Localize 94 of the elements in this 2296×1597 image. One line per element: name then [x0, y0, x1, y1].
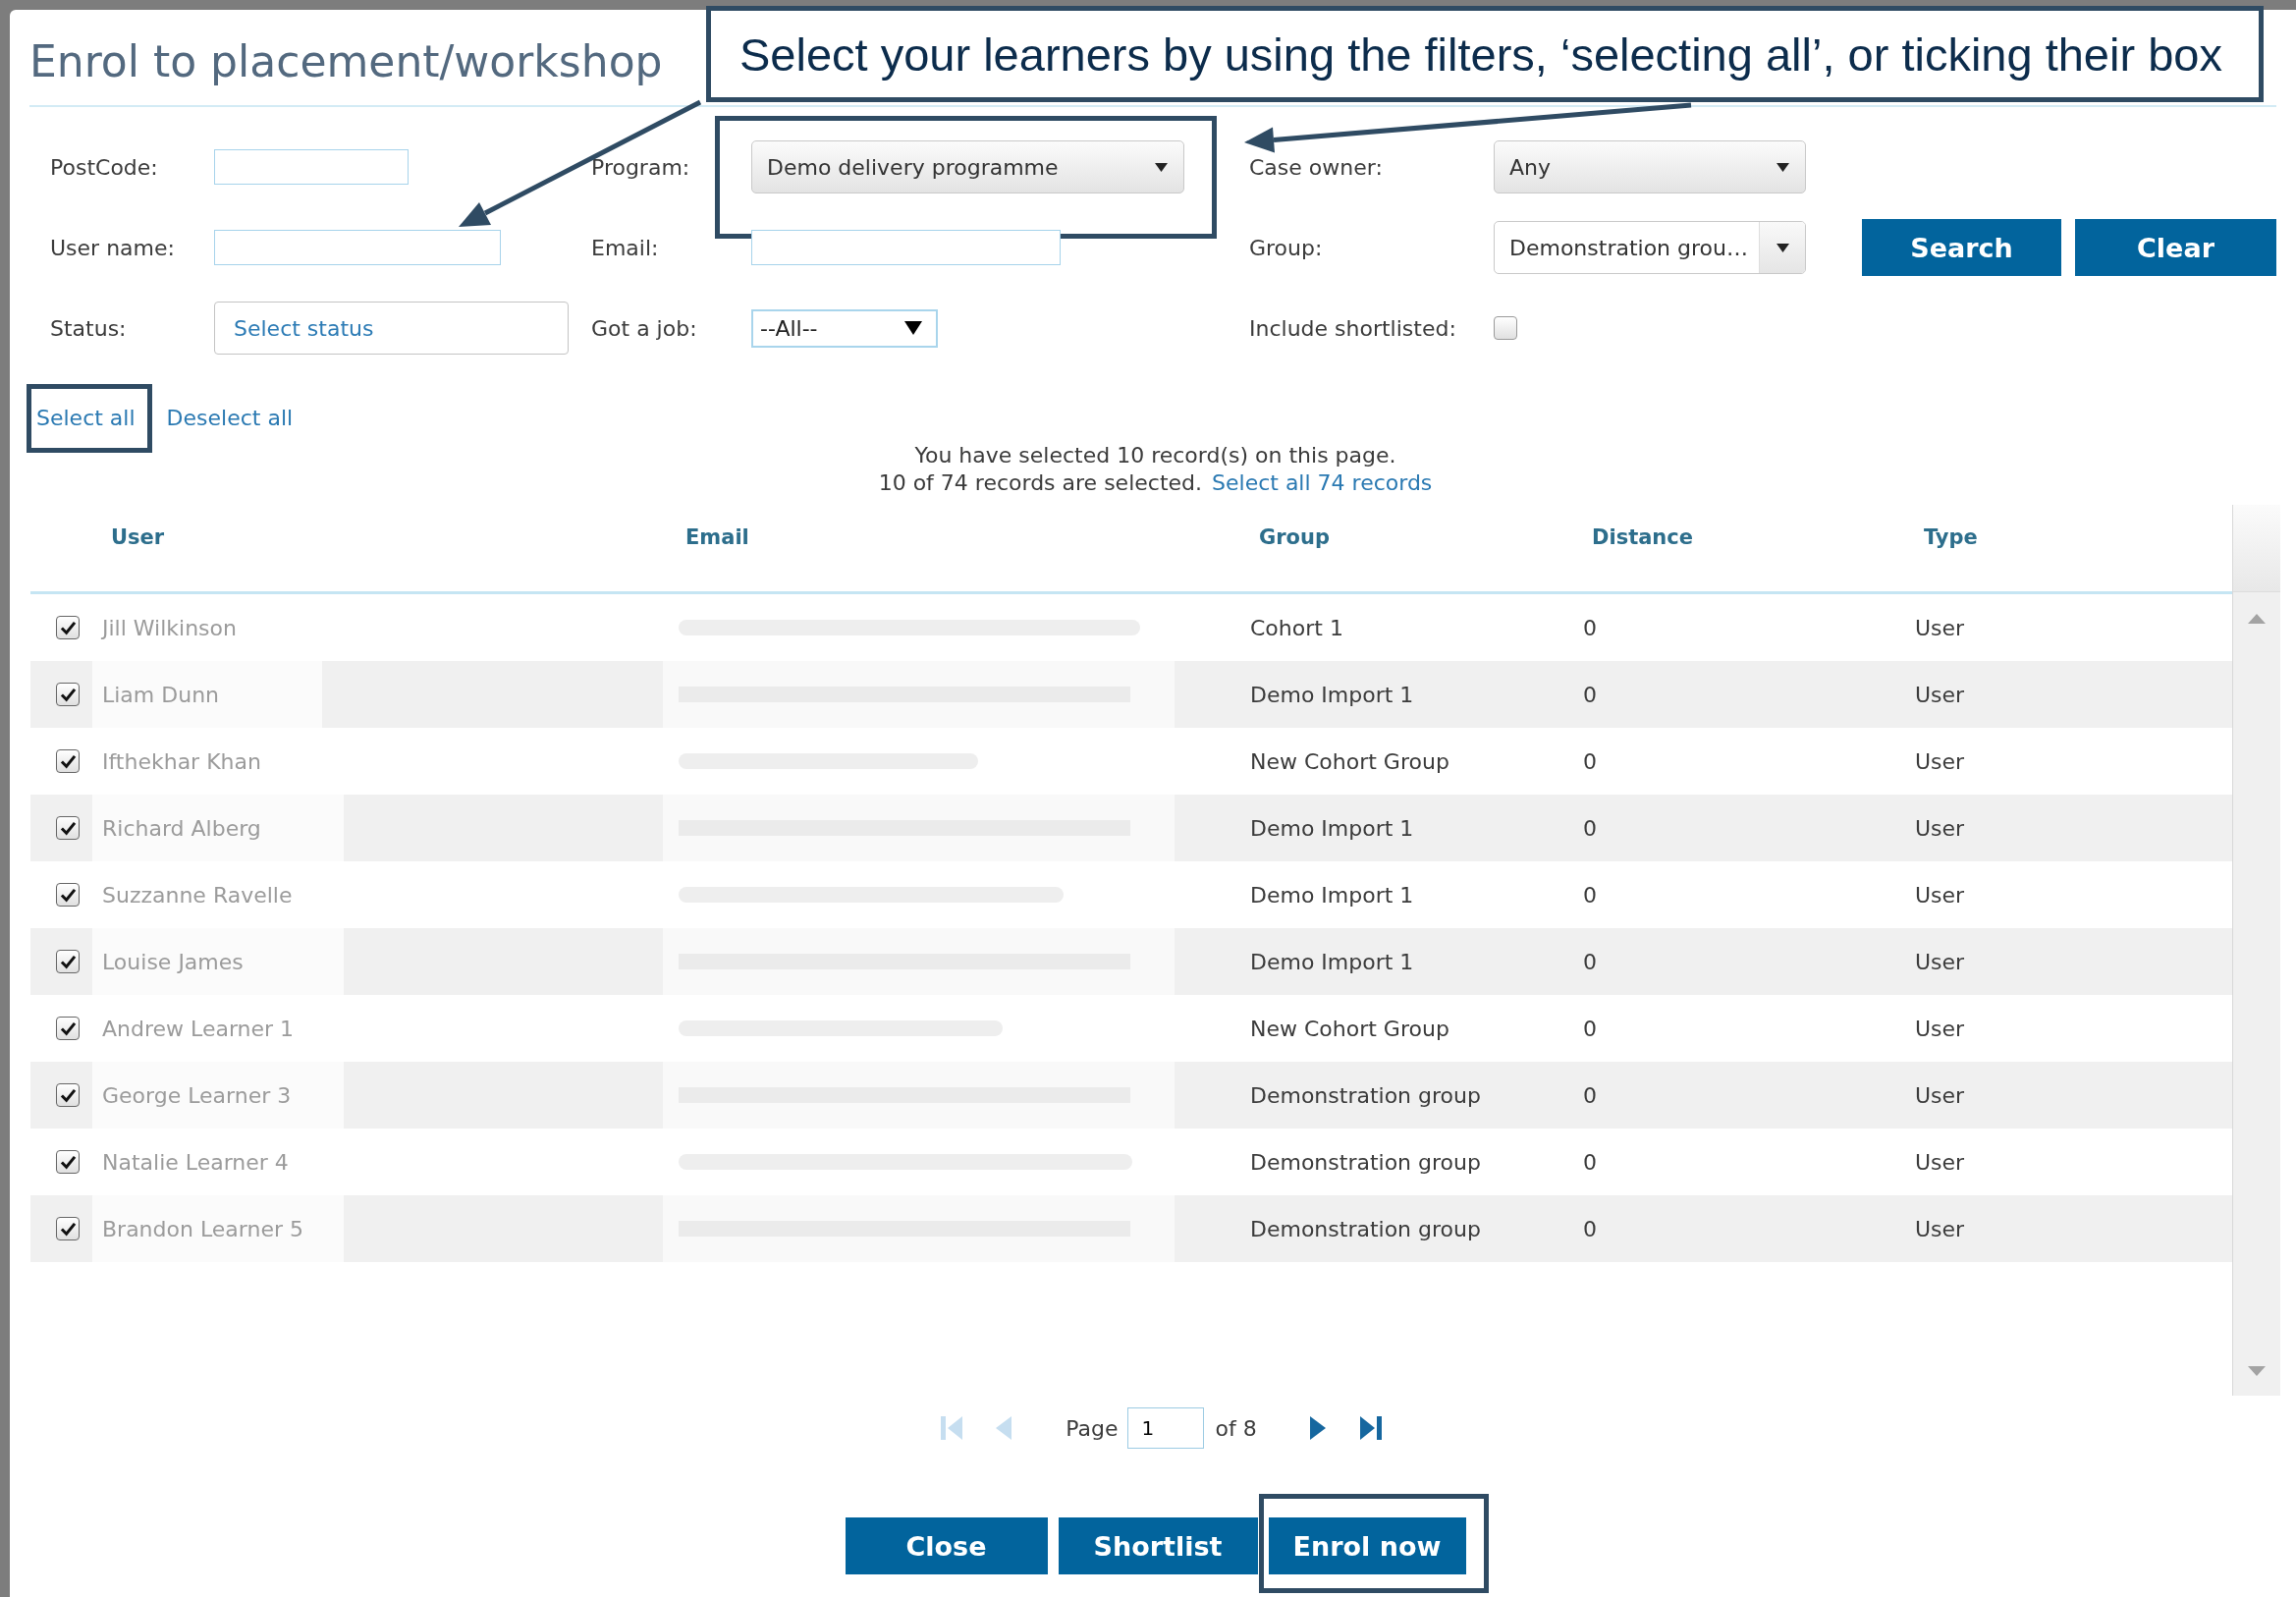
user-name: Louise James	[92, 928, 344, 995]
dropdown[interactable]: Demo delivery programme	[751, 140, 1184, 193]
enrol-now-button[interactable]: Enrol now	[1268, 1517, 1466, 1574]
column-header[interactable]: Type	[1924, 525, 1978, 549]
input-field[interactable]	[214, 230, 501, 265]
checkbox[interactable]	[56, 1150, 80, 1174]
table-cell: New Cohort Group	[1250, 1016, 1449, 1041]
user-name: Natalie Learner 4	[102, 1149, 289, 1175]
checkbox[interactable]	[56, 816, 80, 840]
select-field[interactable]: --All--	[751, 308, 938, 348]
next-icon[interactable]	[1309, 1416, 1326, 1440]
table-cell: Demo Import 1	[1250, 882, 1414, 908]
user-name: Liam Dunn	[92, 661, 322, 728]
input-field[interactable]	[751, 230, 1061, 265]
table-cell: User	[1915, 1016, 1965, 1041]
combobox[interactable]: Demonstration grou…	[1494, 221, 1806, 274]
table-cell: 0	[1583, 615, 1597, 640]
user-name: Brandon Learner 5	[92, 1195, 344, 1262]
table-cell: User	[1915, 748, 1965, 774]
column-header[interactable]: Group	[1259, 525, 1330, 549]
checkbox[interactable]	[56, 883, 80, 907]
table-cell: User	[1915, 1216, 1965, 1241]
input-field[interactable]	[214, 149, 409, 185]
table-cell: User	[1915, 682, 1965, 707]
table-cell: Demo Import 1	[1250, 949, 1414, 974]
caret-icon	[1776, 243, 1789, 252]
table-cell: User	[1915, 1149, 1965, 1175]
selection-count: 10 of 74 records are selected.	[878, 470, 1202, 495]
picker-field[interactable]: Select status	[214, 302, 569, 355]
select-all-records-link[interactable]: Select all 74 records	[1212, 470, 1433, 495]
checkbox[interactable]	[56, 1017, 80, 1040]
shortlist-button[interactable]: Shortlist	[1058, 1517, 1258, 1574]
table-cell: User	[1915, 815, 1965, 841]
field-label: Status:	[50, 315, 127, 341]
table-cell: 0	[1583, 748, 1597, 774]
table-cell: 0	[1583, 1216, 1597, 1241]
table-cell: New Cohort Group	[1250, 748, 1449, 774]
table-cell: User	[1915, 1082, 1965, 1108]
checkbox[interactable]	[1494, 316, 1517, 340]
last-page-icon[interactable]	[1359, 1415, 1382, 1441]
table-cell: 0	[1583, 882, 1597, 908]
user-name: Andrew Learner 1	[102, 1016, 295, 1041]
field-label: Program:	[591, 154, 690, 180]
column-header[interactable]: User	[111, 525, 165, 549]
checkbox[interactable]	[56, 1083, 80, 1107]
checkbox[interactable]	[56, 683, 80, 706]
table-cell: 0	[1583, 682, 1597, 707]
table-cell: Demonstration group	[1250, 1216, 1481, 1241]
field-label: Got a job:	[591, 315, 697, 341]
callout: Select your learners by using the filters, ‘selecting all’, or ticking their box	[706, 6, 2264, 102]
table-cell: Cohort 1	[1250, 615, 1343, 640]
checkbox[interactable]	[56, 749, 80, 773]
page-input[interactable]: 1	[1126, 1407, 1204, 1449]
table-cell: Demonstration group	[1250, 1082, 1481, 1108]
caret-icon	[1155, 162, 1168, 172]
page-label: Page	[1066, 1415, 1119, 1441]
user-name: George Learner 3	[92, 1062, 344, 1129]
table-cell: User	[1915, 949, 1965, 974]
select-all-link[interactable]: Select all	[36, 404, 136, 433]
deselect-all-link[interactable]: Deselect all	[166, 404, 294, 433]
column-header[interactable]: Email	[685, 525, 749, 549]
table-cell: Demo Import 1	[1250, 815, 1414, 841]
field-label: Email:	[591, 235, 659, 260]
field-label: PostCode:	[50, 154, 158, 180]
checkbox[interactable]	[56, 950, 80, 973]
user-name: Richard Alberg	[92, 795, 344, 861]
table-cell: Demo Import 1	[1250, 682, 1414, 707]
caret-icon	[1777, 162, 1789, 172]
field-label: Case owner:	[1249, 154, 1383, 180]
column-header[interactable]: Distance	[1592, 525, 1693, 549]
table-cell: 0	[1583, 815, 1597, 841]
field-label: Include shortlisted:	[1249, 315, 1456, 341]
table-cell: 0	[1583, 1082, 1597, 1108]
search-button[interactable]: Search	[1862, 219, 2061, 276]
user-name: Suzzanne Ravelle	[102, 882, 293, 908]
checkbox[interactable]	[56, 1217, 80, 1240]
dropdown[interactable]: Any	[1494, 140, 1806, 193]
table-cell: User	[1915, 615, 1965, 640]
checkbox[interactable]	[56, 616, 80, 639]
clear-button[interactable]: Clear	[2075, 219, 2276, 276]
field-label: Group:	[1249, 235, 1323, 260]
caret-icon	[904, 321, 922, 335]
user-name: Jill Wilkinson	[102, 615, 237, 640]
field-label: User name:	[50, 235, 175, 260]
close-button[interactable]: Close	[845, 1517, 1048, 1574]
table-cell: Demonstration group	[1250, 1149, 1481, 1175]
table-cell: 0	[1583, 949, 1597, 974]
table-cell: 0	[1583, 1016, 1597, 1041]
table-cell: 0	[1583, 1149, 1597, 1175]
selection-summary: You have selected 10 record(s) on this page.	[914, 443, 1396, 468]
table-cell: User	[1915, 882, 1965, 908]
dialog-title: Enrol to placement/workshop	[29, 36, 663, 86]
user-name: Ifthekhar Khan	[102, 748, 261, 774]
page-count: of 8	[1215, 1415, 1257, 1441]
